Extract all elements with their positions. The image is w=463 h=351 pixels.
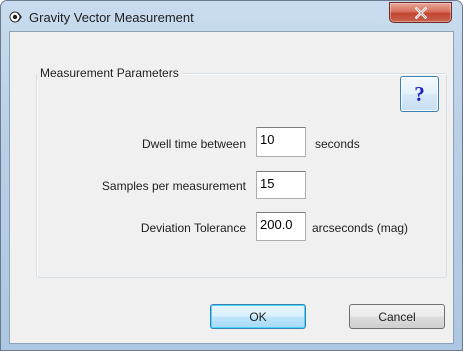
dialog-window: Gravity Vector Measurement Measurement P… <box>0 0 463 351</box>
deviation-tolerance-label: Deviation Tolerance <box>140 221 246 235</box>
window-title: Gravity Vector Measurement <box>29 10 194 25</box>
dwell-time-input[interactable]: 10 <box>256 127 306 157</box>
close-icon <box>415 7 427 19</box>
close-button[interactable] <box>389 2 452 23</box>
cancel-button[interactable]: Cancel <box>349 304 445 329</box>
ok-button[interactable]: OK <box>210 304 306 329</box>
app-icon <box>9 11 22 23</box>
group-box-label: Measurement Parameters <box>37 66 182 80</box>
ok-button-label: OK <box>249 310 267 324</box>
dwell-time-unit: seconds <box>315 137 360 151</box>
group-box-frame <box>36 73 447 278</box>
deviation-tolerance-unit: arcseconds (mag) <box>312 221 409 235</box>
help-button[interactable]: ? <box>400 76 439 112</box>
title-bar[interactable]: Gravity Vector Measurement <box>1 1 462 31</box>
cancel-button-label: Cancel <box>378 310 416 324</box>
deviation-tolerance-input[interactable]: 200.0 <box>256 212 306 241</box>
dwell-time-label: Dwell time between <box>141 137 246 151</box>
samples-label: Samples per measurement <box>101 179 246 193</box>
samples-input[interactable]: 15 <box>256 171 306 199</box>
help-icon: ? <box>414 82 425 106</box>
